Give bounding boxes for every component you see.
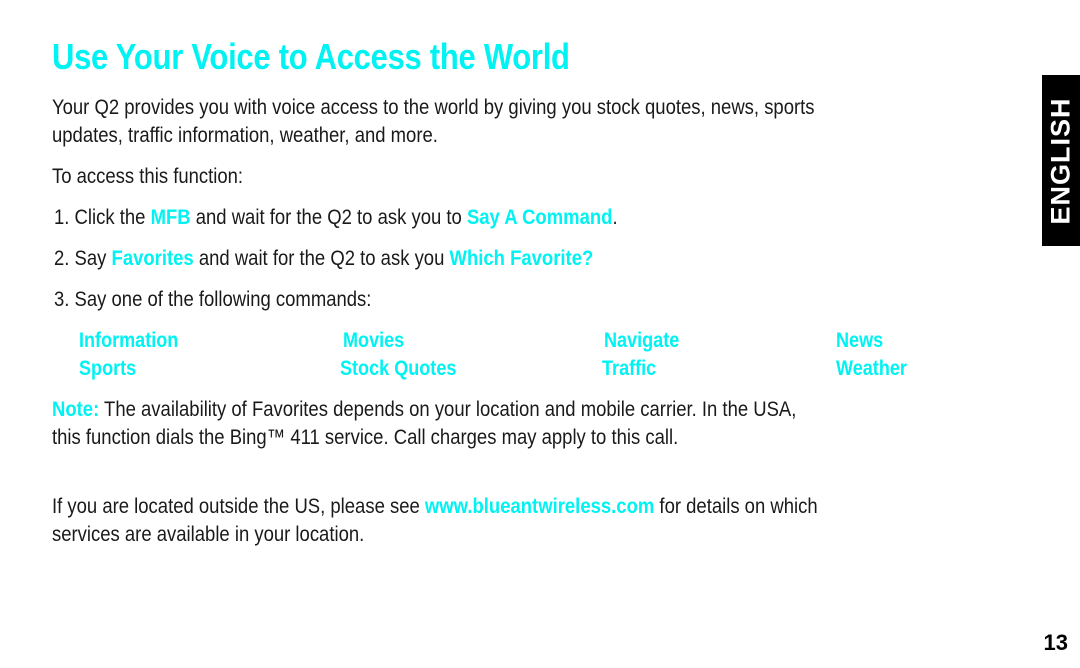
- command-traffic: Traffic: [602, 357, 657, 380]
- note-label: Note:: [52, 398, 100, 421]
- step-3: 3. Say one of the following commands:: [54, 288, 371, 312]
- command-news: News: [836, 329, 884, 352]
- step-text: .: [612, 206, 618, 229]
- highlight-which-favorite: Which Favorite?: [449, 247, 594, 270]
- step-1: 1. Click the MFB and wait for the Q2 to …: [54, 206, 618, 230]
- page-title: Use Your Voice to Access the World: [52, 36, 570, 77]
- outside-text: for details on which: [659, 495, 818, 518]
- note-line-2: this function dials the Bing™ 411 servic…: [52, 426, 679, 449]
- command-navigate: Navigate: [604, 329, 680, 352]
- step-number: 1.: [54, 206, 70, 229]
- step-text: Click the: [74, 206, 146, 229]
- language-tab-label: ENGLISH: [1045, 96, 1076, 225]
- step-text: and wait for the Q2 to ask you: [198, 247, 445, 270]
- intro-line-2: updates, traffic information, weather, a…: [52, 124, 438, 147]
- highlight-mfb: MFB: [150, 206, 191, 229]
- command-information: Information: [79, 329, 179, 352]
- note-text: The availability of Favorites depends on…: [104, 398, 797, 421]
- step-number: 2.: [54, 247, 70, 270]
- outside-text: If you are located outside the US, pleas…: [52, 495, 420, 518]
- website-link[interactable]: www.blueantwireless.com: [425, 495, 654, 518]
- outside-us-line-1: If you are located outside the US, pleas…: [52, 495, 818, 519]
- highlight-say-a-command: Say A Command: [466, 206, 613, 229]
- step-number: 3.: [54, 288, 70, 311]
- language-tab: ENGLISH: [1042, 75, 1080, 246]
- step-text: and wait for the Q2 to ask you to: [195, 206, 462, 229]
- highlight-favorites: Favorites: [111, 247, 194, 270]
- step-2: 2. Say Favorites and wait for the Q2 to …: [54, 247, 593, 271]
- note-line-1: Note: The availability of Favorites depe…: [52, 398, 796, 422]
- intro-line-1: Your Q2 provides you with voice access t…: [52, 96, 815, 119]
- access-label: To access this function:: [52, 165, 244, 188]
- outside-us-line-2: services are available in your location.: [52, 523, 365, 546]
- step-text: Say: [74, 247, 107, 270]
- command-weather: Weather: [836, 357, 907, 380]
- command-movies: Movies: [343, 329, 405, 352]
- command-sports: Sports: [79, 357, 137, 380]
- step-text: Say one of the following commands:: [74, 288, 372, 311]
- command-stock-quotes: Stock Quotes: [340, 357, 457, 380]
- page-number: 13: [1043, 630, 1068, 655]
